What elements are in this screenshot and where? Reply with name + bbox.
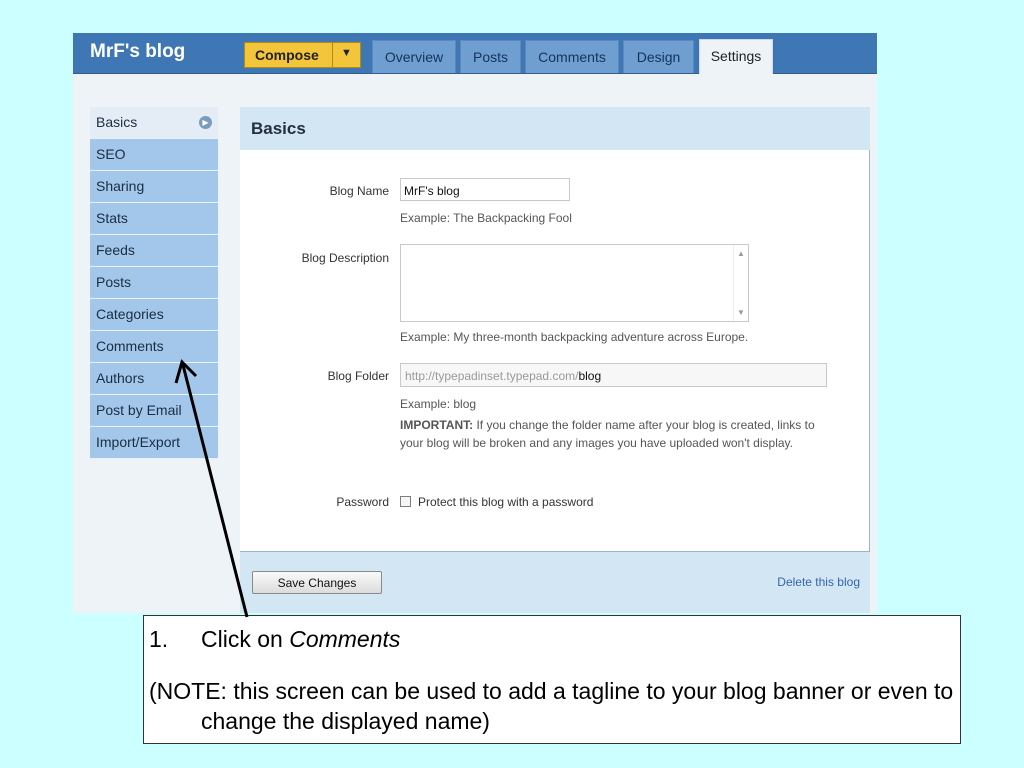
play-arrow-icon: ▶ [199, 116, 212, 129]
instruction-step: 1. Click on Comments [149, 626, 400, 653]
sidebar-item-feeds[interactable]: Feeds [90, 235, 218, 267]
blog-folder-input[interactable]: http://typepadinset.typepad.com/blog [400, 363, 827, 387]
textarea-scrollbar[interactable]: ▲ ▼ [733, 245, 748, 321]
blog-folder-value: blog [578, 369, 602, 383]
sidebar-item-authors[interactable]: Authors [90, 363, 218, 395]
blog-folder-example: Example: blog [400, 397, 477, 411]
password-checkbox-label[interactable]: Protect this blog with a password [418, 495, 593, 509]
sidebar-item-label: Sharing [96, 178, 145, 194]
sidebar-item-comments[interactable]: Comments [90, 331, 218, 363]
sidebar-item-label: Feeds [96, 242, 135, 258]
instruction-note: 1. Click on Comments (NOTE: this screen c… [143, 615, 961, 744]
compose-label[interactable]: Compose [255, 47, 319, 63]
sidebar-item-label: SEO [96, 146, 126, 162]
sidebar-item-label: Basics [96, 114, 138, 130]
blog-name-example: Example: The Backpacking Fool [400, 211, 572, 225]
tab-comments[interactable]: Comments [525, 40, 619, 73]
sidebar-item-label: Comments [96, 338, 164, 354]
sidebar-item-label: Post by Email [96, 402, 182, 418]
blog-name-value: MrF's blog [404, 184, 460, 198]
tab-overview[interactable]: Overview [372, 40, 456, 73]
delete-blog-link[interactable]: Delete this blog [777, 575, 860, 589]
basics-panel: Basics Blog Name MrF's blog Example: The… [240, 107, 870, 613]
blog-title[interactable]: MrF's blog [90, 41, 185, 63]
blog-folder-url-prefix: http://typepadinset.typepad.com/ [405, 369, 579, 383]
instruction-note-text: (NOTE: this screen can be used to add a … [149, 678, 954, 734]
sidebar-item-stats[interactable]: Stats [90, 203, 218, 235]
password-checkbox[interactable] [400, 496, 411, 507]
sidebar-item-label: Import/Export [96, 434, 181, 450]
blog-description-label: Blog Description [301, 251, 389, 265]
scroll-down-icon[interactable]: ▼ [734, 308, 748, 317]
sidebar-item-sharing[interactable]: Sharing [90, 171, 218, 203]
top-nav-bar: MrF's blog Compose ▼ Overview Posts Comm… [73, 33, 877, 74]
sidebar-item-import-export[interactable]: Import/Export [90, 427, 218, 459]
blog-settings-window: MrF's blog Compose ▼ Overview Posts Comm… [73, 33, 877, 613]
sidebar-item-post-by-email[interactable]: Post by Email [90, 395, 218, 427]
sidebar-item-posts[interactable]: Posts [90, 267, 218, 299]
tab-settings[interactable]: Settings [699, 39, 773, 74]
blog-folder-label: Blog Folder [327, 369, 389, 383]
blog-folder-warning: IMPORTANT: If you change the folder name… [400, 416, 828, 452]
blog-description-textarea[interactable]: ▲ ▼ [400, 244, 749, 322]
panel-header: Basics [240, 107, 870, 150]
sidebar-item-label: Authors [96, 370, 145, 386]
compose-divider [332, 43, 333, 67]
scroll-up-icon[interactable]: ▲ [734, 249, 748, 258]
step-text-emphasis: Comments [289, 626, 401, 652]
settings-sidebar: Basics ▶ SEO Sharing Stats Feeds Posts C… [90, 107, 218, 459]
blog-name-label: Blog Name [329, 184, 389, 198]
basics-form: Blog Name MrF's blog Example: The Backpa… [240, 150, 870, 552]
compose-button[interactable]: Compose ▼ [244, 42, 361, 68]
tab-posts[interactable]: Posts [460, 40, 521, 73]
sidebar-item-label: Stats [96, 210, 128, 226]
sidebar-item-categories[interactable]: Categories [90, 299, 218, 331]
panel-footer: Save Changes Delete this blog [240, 552, 870, 613]
sidebar-item-seo[interactable]: SEO [90, 139, 218, 171]
password-label: Password [336, 495, 389, 509]
save-changes-button[interactable]: Save Changes [252, 571, 382, 594]
step-text: Click on [201, 626, 290, 652]
sidebar-item-label: Categories [96, 306, 164, 322]
sidebar-item-label: Posts [96, 274, 132, 290]
blog-name-input[interactable]: MrF's blog [400, 178, 570, 201]
tab-design[interactable]: Design [623, 40, 694, 73]
panel-title: Basics [251, 119, 306, 138]
step-number: 1. [149, 626, 169, 652]
blog-description-example: Example: My three-month backpacking adve… [400, 330, 749, 344]
warning-label: IMPORTANT: [400, 418, 474, 432]
chevron-down-icon[interactable]: ▼ [341, 47, 352, 59]
sidebar-item-basics[interactable]: Basics ▶ [90, 107, 218, 139]
